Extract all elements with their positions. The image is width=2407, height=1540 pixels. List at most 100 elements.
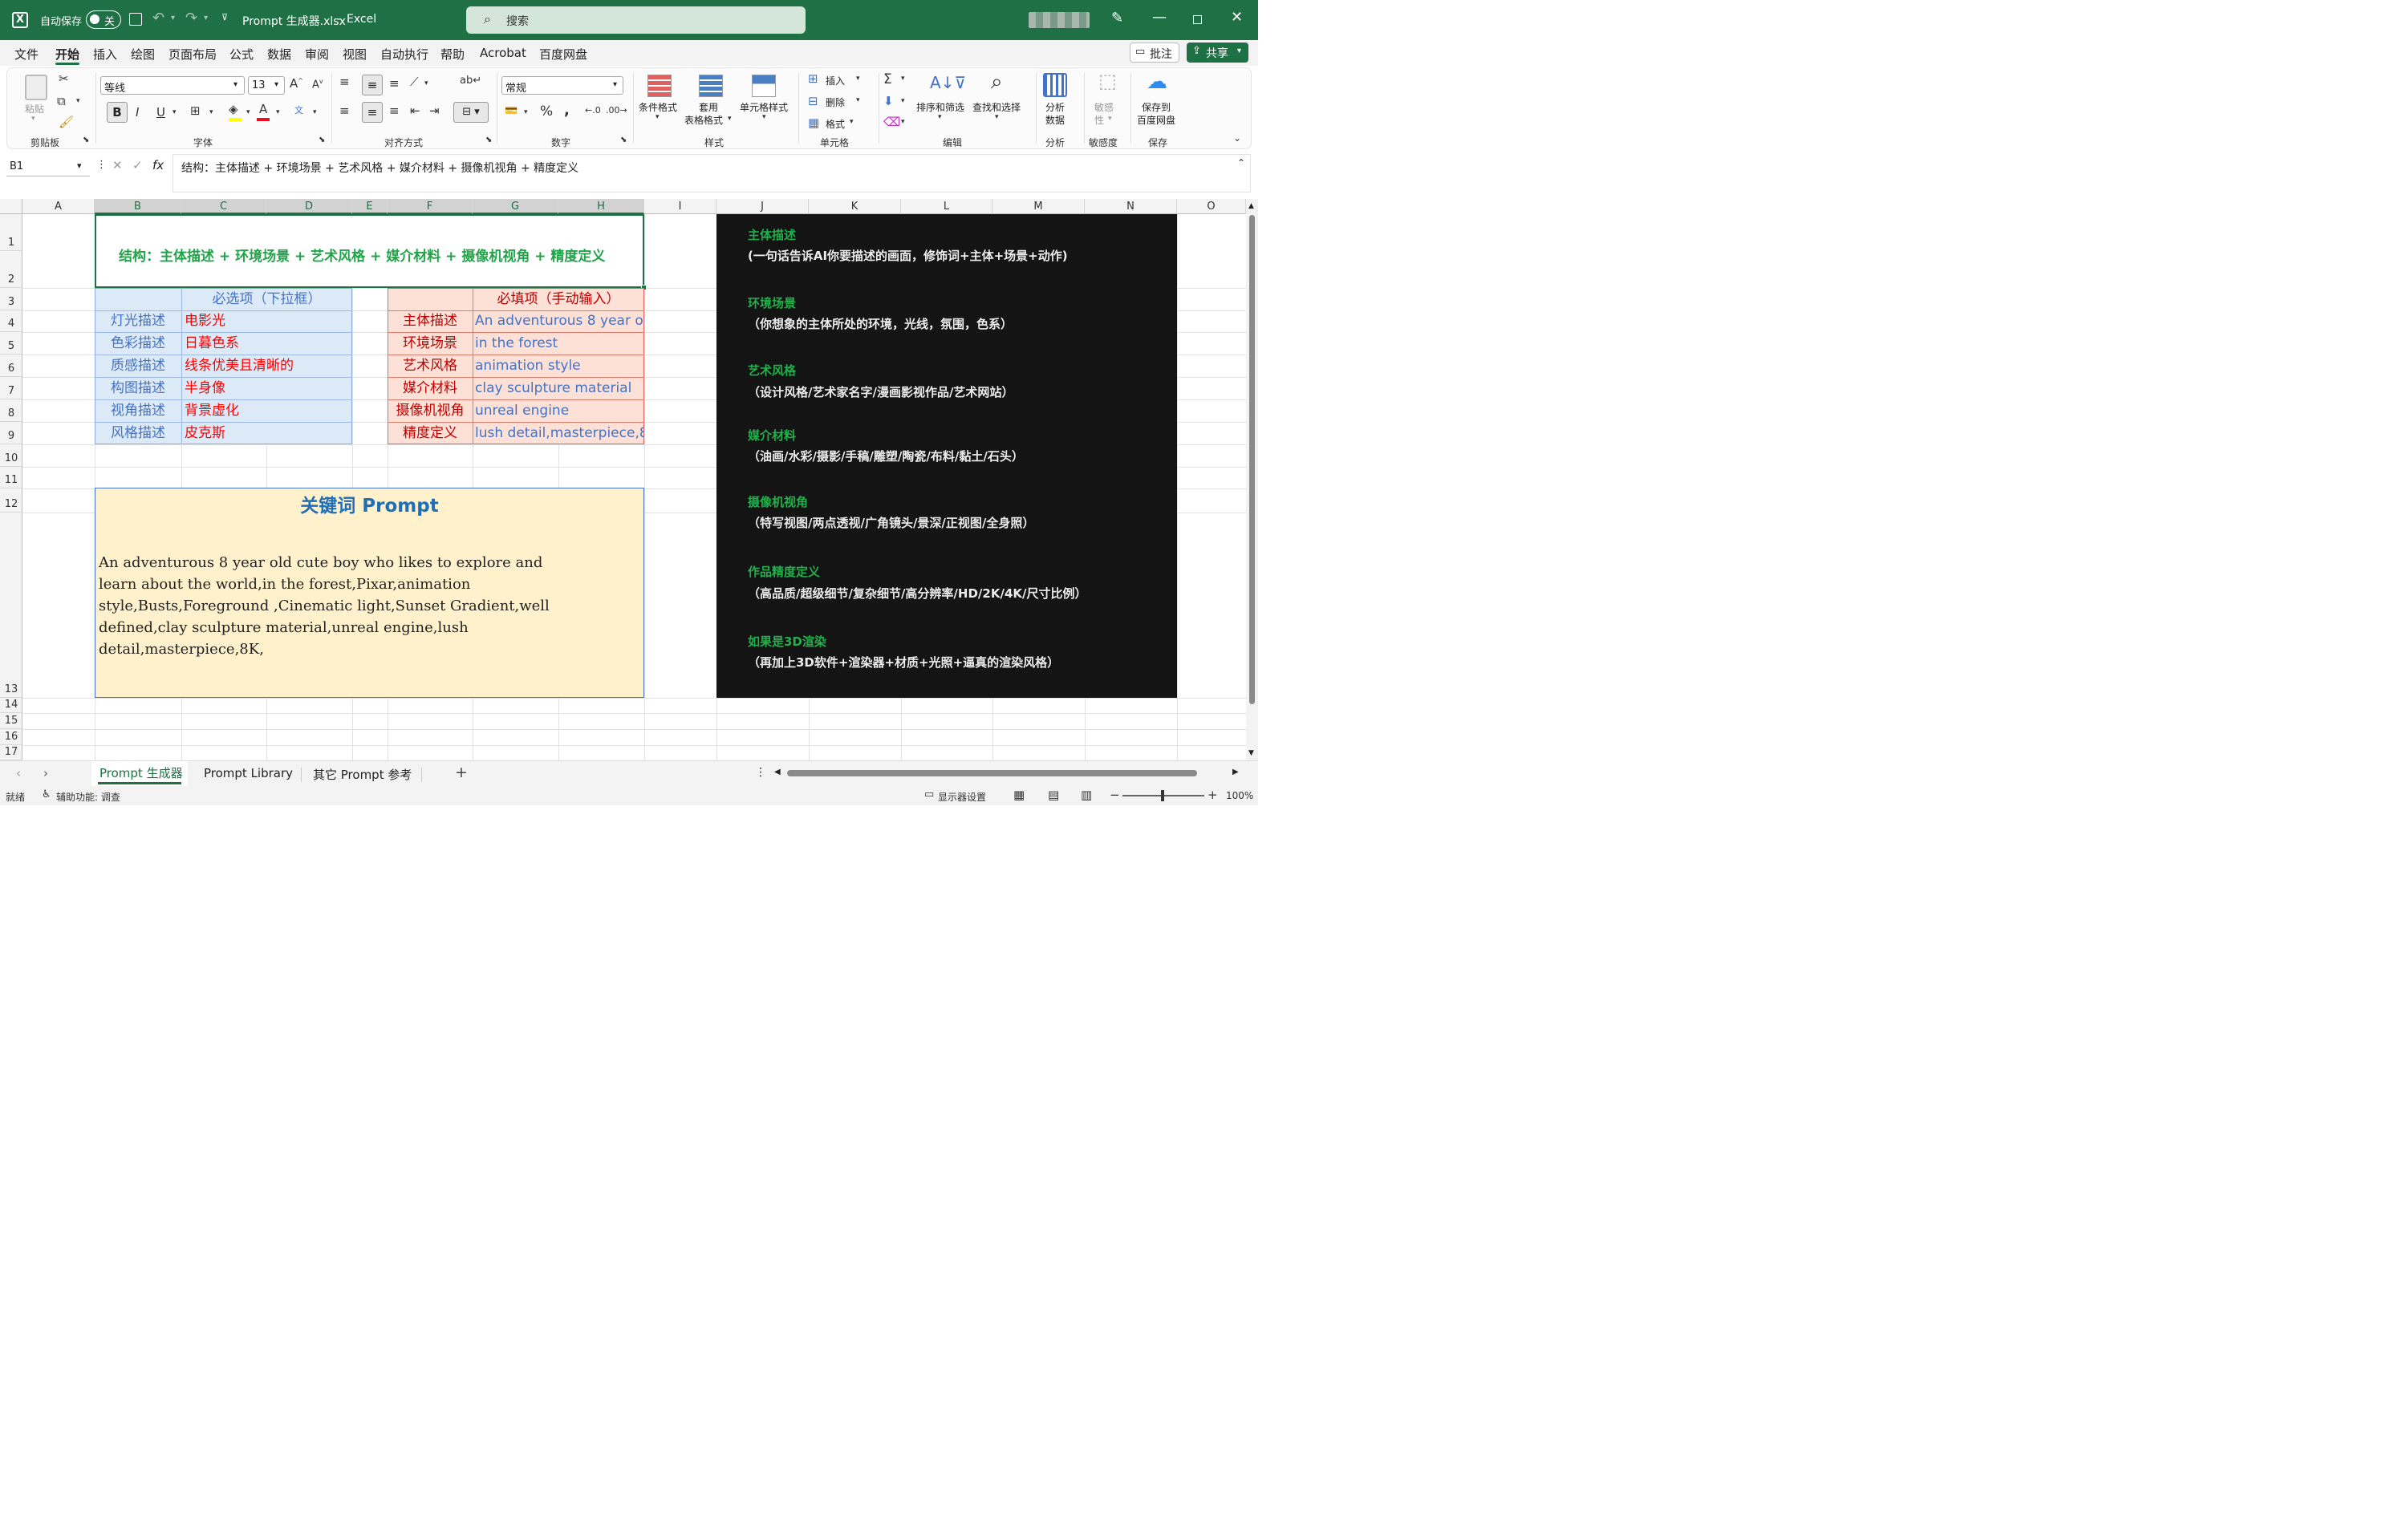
format-as-table-icon[interactable] [699, 75, 723, 97]
font-name-select[interactable]: 等线 ▾ [100, 76, 245, 95]
row-header-11[interactable]: 11 [0, 467, 22, 488]
row-header-8[interactable]: 8 [0, 399, 22, 422]
optional-value-cell[interactable]: 背景虚化 [181, 400, 352, 422]
decrease-decimal-icon[interactable]: .00→ [606, 105, 627, 116]
page-break-view-icon[interactable]: ▥ [1081, 788, 1092, 802]
conditional-format-label[interactable]: 条件格式 [639, 100, 677, 114]
required-label-cell[interactable]: 环境场景 [388, 333, 473, 355]
confirm-entry-icon[interactable]: ✓ [132, 158, 143, 172]
row-header-13[interactable]: 13 [0, 513, 22, 698]
zoom-level[interactable]: 100% [1226, 790, 1253, 801]
required-label-cell[interactable]: 精度定义 [388, 423, 473, 444]
row-header-7[interactable]: 7 [0, 377, 22, 399]
row-header-9[interactable]: 9 [0, 422, 22, 444]
number-format-select[interactable]: 常规 ▾ [501, 76, 623, 95]
find-select-label[interactable]: 查找和选择 [972, 100, 1021, 114]
next-sheet-icon[interactable]: › [43, 766, 48, 780]
tab-options-icon[interactable]: ⋮ [755, 766, 766, 779]
sensitivity-dropdown-icon[interactable]: ▾ [1108, 115, 1112, 123]
add-sheet-icon[interactable]: + [455, 764, 468, 781]
font-color-icon[interactable]: A [259, 102, 267, 116]
column-header-h[interactable]: H [558, 199, 644, 214]
cancel-entry-icon[interactable]: ✕ [112, 158, 123, 172]
sort-filter-icon[interactable]: A↓⊽ [930, 73, 966, 92]
font-launcher-icon[interactable]: ⬊ [319, 136, 325, 144]
format-as-table-label-2[interactable]: 表格格式 [684, 113, 723, 127]
font-color-dropdown-icon[interactable]: ▾ [276, 108, 280, 116]
underline-dropdown-icon[interactable]: ▾ [173, 108, 177, 116]
optional-label-cell[interactable]: 风格描述 [95, 423, 181, 444]
name-box[interactable]: B1 ▾ [6, 157, 90, 176]
scroll-right-icon[interactable]: ▶ [1232, 768, 1239, 776]
alignment-launcher-icon[interactable]: ⬊ [485, 136, 492, 144]
save-baidu-label-1[interactable]: 保存到 [1142, 100, 1171, 114]
scroll-up-icon[interactable]: ▲ [1248, 202, 1254, 210]
menu-item-review[interactable]: 审阅 [305, 46, 329, 63]
row-header-14[interactable]: 14 [0, 698, 22, 713]
autosum-dropdown-icon[interactable]: ▾ [901, 75, 905, 83]
vertical-scrollbar[interactable]: ▲ ▼ [1246, 199, 1258, 760]
paste-label[interactable]: 粘贴 [25, 102, 44, 116]
optional-value-cell[interactable]: 半身像 [181, 378, 352, 399]
copy-icon[interactable]: ⧉ [57, 94, 66, 108]
row-header-15[interactable]: 15 [0, 713, 22, 729]
fill-dropdown-icon[interactable]: ▾ [246, 108, 250, 116]
column-header-g[interactable]: G [473, 199, 558, 214]
sort-filter-label[interactable]: 排序和筛选 [916, 100, 964, 114]
close-icon[interactable]: ✕ [1231, 9, 1243, 26]
scroll-down-icon[interactable]: ▼ [1248, 749, 1254, 757]
search-box[interactable]: ⌕ 搜索 [466, 6, 806, 34]
required-value-cell[interactable]: animation style [473, 355, 644, 377]
row-header-2[interactable]: 2 [0, 251, 22, 288]
row-header-12[interactable]: 12 [0, 488, 22, 513]
format-dropdown-icon[interactable]: ▾ [850, 118, 854, 126]
autosave-toggle[interactable]: 关 [86, 10, 121, 29]
align-middle-button[interactable]: ≡ [362, 75, 383, 95]
borders-icon[interactable]: ⊞ [190, 103, 201, 118]
column-header-d[interactable]: D [266, 199, 352, 214]
decrease-indent-icon[interactable]: ⇤ [410, 103, 420, 118]
increase-decimal-icon[interactable]: ←.0 [585, 105, 601, 116]
undo-dropdown-icon[interactable]: ▾ [171, 14, 175, 22]
required-value-cell[interactable]: unreal engine [473, 400, 644, 422]
optional-label-cell[interactable]: 质感描述 [95, 355, 181, 377]
phonetic-dropdown-icon[interactable]: ▾ [313, 108, 317, 116]
sheet-tab-active[interactable]: Prompt 生成器 [91, 761, 188, 786]
autosum-icon[interactable]: Σ [883, 71, 892, 87]
currency-dropdown-icon[interactable]: ▾ [524, 108, 528, 116]
cell-styles-dropdown-icon[interactable]: ▾ [762, 113, 766, 121]
menu-item-help[interactable]: 帮助 [440, 46, 465, 63]
align-bottom-icon[interactable]: ≡ [389, 76, 400, 91]
menu-item-insert[interactable]: 插入 [93, 46, 117, 63]
paste-icon[interactable] [25, 75, 47, 100]
sheet-tab-other[interactable]: 其它 Prompt 参考 [313, 766, 412, 783]
column-header-k[interactable]: K [809, 199, 901, 214]
font-size-select[interactable]: 13 ▾ [248, 76, 285, 95]
sheet-tab-library[interactable]: Prompt Library [204, 766, 293, 780]
analyze-data-label-1[interactable]: 分析 [1045, 100, 1065, 114]
required-label-cell[interactable]: 艺术风格 [388, 355, 473, 377]
merge-center-button[interactable]: ⊟ ▾ [453, 102, 489, 123]
prompt-output-cell[interactable]: 关键词 Prompt An adventurous 8 year old cut… [95, 488, 644, 698]
zoom-in-icon[interactable]: + [1208, 788, 1218, 802]
select-all-corner[interactable] [0, 199, 22, 214]
comments-button[interactable]: ▭ 批注 [1130, 43, 1179, 63]
column-header-e[interactable]: E [352, 199, 388, 214]
menu-item-view[interactable]: 视图 [343, 46, 367, 63]
insert-function-icon[interactable]: fx [152, 158, 164, 172]
menu-item-data[interactable]: 数据 [267, 46, 291, 63]
paste-dropdown-icon[interactable]: ▾ [31, 115, 35, 123]
save-baidu-label-2[interactable]: 百度网盘 [1137, 113, 1175, 127]
pen-icon[interactable]: ✎ [1111, 10, 1123, 26]
underline-button[interactable]: U [156, 105, 165, 120]
column-header-l[interactable]: L [901, 199, 992, 214]
increase-font-icon[interactable]: A^ [290, 76, 303, 91]
format-cells-icon[interactable]: ▦ [808, 116, 819, 130]
cell-styles-icon[interactable] [752, 75, 776, 97]
optional-label-cell[interactable]: 灯光描述 [95, 310, 181, 332]
format-as-table-dropdown-icon[interactable]: ▾ [728, 115, 732, 123]
optional-value-cell[interactable]: 日暮色系 [181, 333, 352, 355]
column-header-f[interactable]: F [388, 199, 473, 214]
worksheet-grid[interactable]: A B C D E F G H I J K L M N O 1 2 3 4 5 … [0, 199, 1258, 760]
redo-icon[interactable]: ↷ [185, 10, 197, 26]
